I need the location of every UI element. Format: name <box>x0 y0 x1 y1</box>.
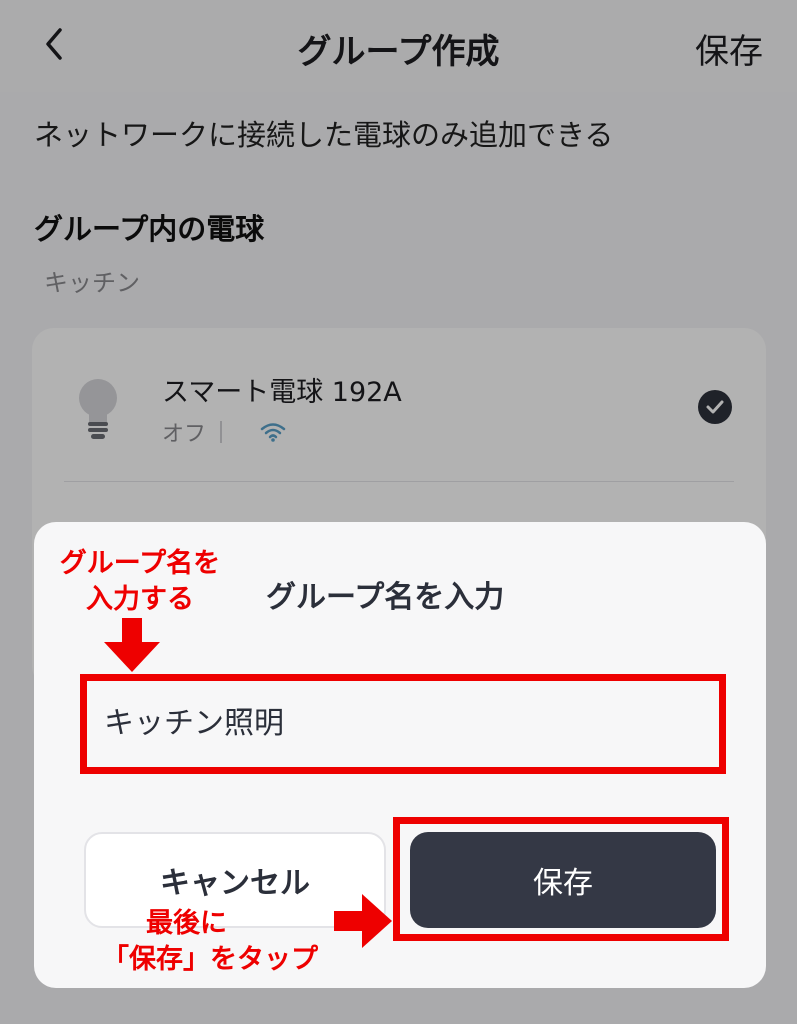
input-highlight-box <box>80 674 726 774</box>
arrow-down-icon <box>104 618 160 672</box>
annotation-line: 入力する <box>86 584 194 615</box>
annotation-line: 「保存」をタップ <box>102 944 318 975</box>
dialog-title: グループ名を入力 <box>266 580 505 615</box>
arrow-right-icon <box>334 894 392 948</box>
annotation-line: 最後に <box>146 908 227 939</box>
save-highlight-box <box>393 817 729 941</box>
annotation-enter-name: グループ名を 入力する <box>40 546 240 618</box>
annotation-line: グループ名を <box>59 548 221 579</box>
annotation-tap-save: 最後に 「保存」をタップ <box>60 906 360 978</box>
